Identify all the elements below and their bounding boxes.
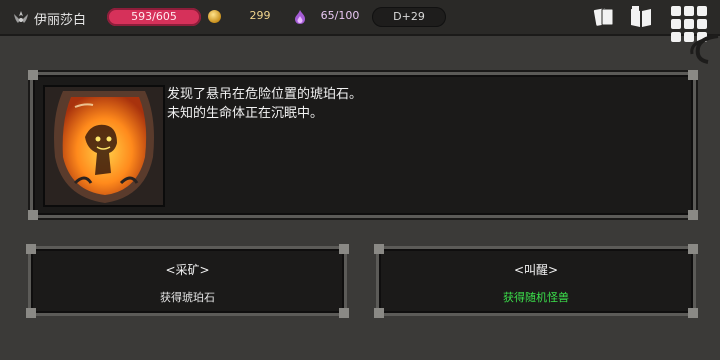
event-screen: 伊丽莎白 593/605 299 65/100 D+29 发现了悬吊在危险位置的…: [0, 0, 720, 360]
choice-title: <采矿>: [165, 263, 210, 277]
hero-name: 伊丽莎白: [34, 13, 87, 28]
hp-counter: 593/605: [107, 8, 201, 26]
event-line-1: 发现了悬吊在危险位置的琥珀石。: [167, 87, 363, 102]
cards-icon[interactable]: [592, 5, 616, 29]
amber-with-creature-image: [43, 85, 165, 207]
choice-mine-button[interactable]: <采矿> 获得琥珀石: [26, 244, 349, 318]
coin-icon: [208, 10, 221, 23]
book-icon[interactable]: [628, 5, 654, 29]
choice-reward: 获得琥珀石: [160, 291, 215, 304]
event-panel: 发现了悬吊在危险位置的琥珀石。 未知的生命体正在沉眠中。: [28, 70, 698, 220]
gold-counter: 299: [249, 9, 271, 22]
choice-wake-button[interactable]: <叫醒> 获得随机怪兽: [374, 244, 698, 318]
purple-flame-icon: [295, 10, 305, 24]
top-bar: 伊丽莎白 593/605 299 65/100 D+29: [0, 0, 720, 42]
choice-title: <叫醒>: [513, 263, 559, 277]
crown-wings-icon: [14, 11, 28, 23]
event-line-2: 未知的生命体正在沉眠中。: [167, 106, 324, 121]
event-description: 发现了悬吊在危险位置的琥珀石。 未知的生命体正在沉眠中。: [167, 85, 362, 123]
choice-reward: 获得随机怪兽: [503, 291, 569, 304]
soul-counter: 65/100: [320, 9, 360, 22]
decorative-swirl: [690, 34, 719, 64]
day-counter: D+29: [372, 7, 446, 27]
